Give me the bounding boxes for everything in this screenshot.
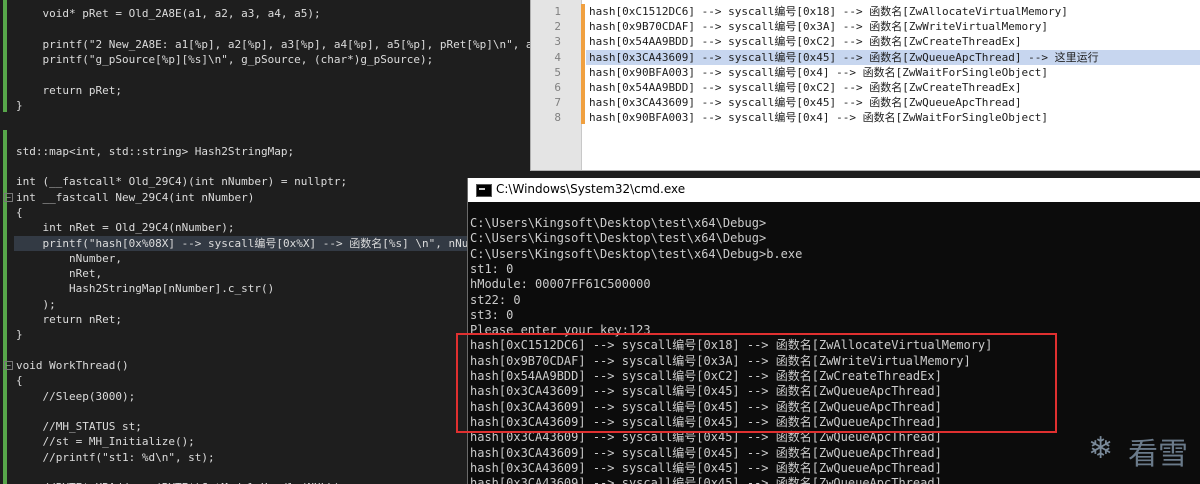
code-text: { (16, 374, 23, 388)
console-line: st3: 0 (470, 307, 514, 322)
code-text: } (16, 328, 23, 342)
snowflake-icon: ❄ (1088, 431, 1114, 466)
code-text: //st = MH_Initialize(); (16, 435, 195, 449)
code-text: ); (16, 297, 56, 311)
console-line: st22: 0 (470, 292, 521, 307)
change-indicator-bar (3, 0, 7, 112)
text-line: hash[0x3CA43609] --> syscall编号[0x45] -->… (589, 50, 1099, 64)
code-text: int __fastcall New_29C4(int nNumber) (16, 190, 255, 204)
code-text: printf("g_pSource[%p][%s]\n", g_pSource,… (16, 52, 434, 66)
console-line: hash[0x3CA43609] --> syscall编号[0x45] -->… (470, 445, 942, 460)
cmd-icon (476, 184, 492, 197)
text-line: hash[0xC1512DC6] --> syscall编号[0x18] -->… (589, 5, 1068, 18)
code-text: return pRet; (16, 83, 122, 97)
code-text: Hash2StringMap[nNumber].c_str() (16, 282, 275, 296)
code-text: //Sleep(3000); (16, 389, 136, 403)
change-indicator-bar (3, 130, 7, 484)
text-line: hash[0x9B70CDAF] --> syscall编号[0x3A] -->… (589, 20, 1048, 34)
cmd-titlebar[interactable]: C:\Windows\System32\cmd.exe (468, 178, 1200, 202)
code-text: nRet, (16, 267, 103, 281)
code-text: //MH_STATUS st; (16, 420, 142, 434)
fold-toggle-icon[interactable]: − (4, 360, 13, 370)
text-line: hash[0x90BFA003] --> syscall编号[0x4] --> … (589, 65, 1048, 79)
line-number: 4 (554, 50, 561, 64)
line-number: 2 (554, 20, 561, 34)
code-text: int (__fastcall* Old_29C4)(int nNumber) … (16, 175, 348, 189)
code-text: int nRet = Old_29C4(nNumber); (16, 221, 235, 235)
cmd-title: C:\Windows\System32\cmd.exe (496, 182, 686, 196)
change-marker (581, 4, 585, 124)
text-line: hash[0x54AA9BDD] --> syscall编号[0xC2] -->… (589, 81, 1022, 94)
code-text: printf("2 New_2A8E: a1[%p], a2[%p], a3[%… (16, 37, 599, 51)
line-number: 3 (554, 35, 561, 49)
text-line: hash[0x3CA43609] --> syscall编号[0x45] -->… (589, 96, 1022, 110)
console-line: C:\Users\Kingsoft\Desktop\test\x64\Debug… (470, 246, 803, 261)
console-line: hash[0x3CA43609] --> syscall编号[0x45] -->… (470, 460, 942, 475)
code-text: void* pRet = Old_2A8E(a1, a2, a3, a4, a5… (16, 7, 321, 20)
line-number: 1 (554, 5, 561, 18)
text-editor-window[interactable]: 1 2345 6 78 hash[0xC1512DC6] --> syscall编号[… (530, 0, 1200, 171)
console-line: C:\Users\Kingsoft\Desktop\test\x64\Debug… (470, 216, 767, 230)
watermark-text: 看雪 (1128, 437, 1188, 472)
line-number: 5 (554, 65, 561, 79)
code-text: { (16, 205, 23, 219)
code-text: nNumber, (16, 251, 122, 265)
console-line: st1: 0 (470, 261, 514, 276)
text-line: hash[0x90BFA003] --> syscall编号[0x4] --> … (589, 111, 1048, 125)
code-text: } (16, 98, 23, 112)
console-line: hModule: 00007FF61C500000 (470, 277, 651, 292)
code-text: void WorkThread() (16, 358, 129, 372)
code-text: //BYTE* KBAddr = (BYTE*)GetModuleHandle(… (16, 480, 347, 484)
text-line: hash[0x54AA9BDD] --> syscall编号[0xC2] -->… (589, 35, 1022, 49)
code-text: //printf("st1: %d\n", st); (16, 450, 215, 464)
line-number: 7 (554, 96, 561, 110)
fold-toggle-icon[interactable]: − (4, 192, 13, 202)
watermark: ❄ 看雪 (1088, 425, 1200, 481)
code-text: std::map<int, std::string> Hash2StringMa… (16, 144, 295, 158)
console-line: hash[0x3CA43609] --> syscall编号[0x45] -->… (470, 476, 942, 484)
highlight-annotation-box (456, 333, 1057, 433)
line-number: 6 (554, 81, 561, 94)
console-line: C:\Users\Kingsoft\Desktop\test\x64\Debug… (470, 231, 767, 246)
code-text: return nRet; (16, 313, 122, 326)
line-number: 8 (554, 111, 561, 125)
